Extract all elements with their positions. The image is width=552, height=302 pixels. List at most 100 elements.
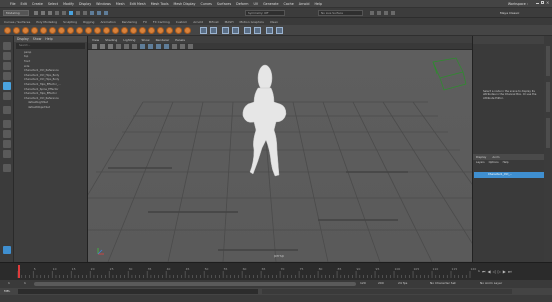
select-component-icon[interactable] (83, 11, 87, 15)
shelf-tool-icon[interactable] (112, 27, 119, 34)
outliner-row[interactable]: defaultObjectSet (14, 105, 87, 110)
fps-dropdown[interactable]: 24 fps (398, 281, 407, 285)
outliner-menu-item[interactable]: Show (33, 37, 42, 41)
menu-generate[interactable]: Generate (263, 2, 278, 6)
live-surface-field[interactable]: No Live Surface (318, 10, 363, 16)
go-end-icon[interactable]: ⏭ (508, 269, 512, 274)
shelf-tab[interactable]: Arnold (193, 20, 203, 24)
outliner-search-input[interactable]: Search... (16, 43, 85, 49)
shelf-tab[interactable]: MASH (225, 20, 234, 24)
shelf-tool-icon[interactable] (254, 27, 261, 34)
end-playback-field[interactable]: 120 (360, 281, 366, 285)
menu-curves[interactable]: Curves (200, 2, 211, 6)
bookmark-icon[interactable] (108, 44, 113, 49)
viewport-menu-panels[interactable]: Panels (175, 38, 185, 42)
last-tool-icon[interactable] (3, 106, 11, 114)
viewport-menu-lighting[interactable]: Lighting (123, 38, 135, 42)
snap-curve-icon[interactable] (97, 11, 101, 15)
shelf-tool-icon[interactable] (94, 27, 101, 34)
shelf-tool-icon[interactable] (67, 27, 74, 34)
shelf-tool-icon[interactable] (157, 27, 164, 34)
menu-create[interactable]: Create (32, 2, 43, 6)
hypershade-icon[interactable] (391, 11, 395, 15)
menu-uv[interactable]: UV (253, 2, 258, 6)
go-start-icon[interactable]: ⏮ (482, 269, 486, 274)
shelf-tool-icon[interactable] (40, 27, 47, 34)
wireframe-icon[interactable] (140, 44, 145, 49)
play-forward-icon[interactable]: ▷ (498, 269, 501, 274)
single-view-icon[interactable] (3, 120, 11, 128)
menu-edit-mesh[interactable]: Edit Mesh (130, 2, 146, 6)
mel-icon[interactable] (3, 246, 11, 254)
maximize-icon[interactable] (541, 1, 544, 4)
range-slider[interactable] (34, 282, 356, 286)
menu-deform[interactable]: Deform (236, 2, 248, 6)
channel-box-tab[interactable] (546, 118, 550, 148)
menu-cache[interactable]: Cache (284, 2, 294, 6)
tab-anim[interactable]: Anim (492, 155, 499, 159)
menu-mesh-display[interactable]: Mesh Display (174, 2, 196, 6)
ipr-render-icon[interactable] (377, 11, 381, 15)
tool-settings-tab[interactable] (546, 82, 550, 112)
time-slider[interactable]: 1510152025303540455055606570758085909510… (0, 262, 552, 281)
camera-attr-icon[interactable] (100, 44, 105, 49)
outliner-menu-item[interactable]: Help (45, 37, 52, 41)
smooth-shade-icon[interactable] (148, 44, 153, 49)
camera-icon[interactable] (92, 44, 97, 49)
current-frame-field[interactable]: 1 (478, 269, 480, 273)
snap-point-icon[interactable] (104, 11, 108, 15)
resolution-gate-icon[interactable] (132, 44, 137, 49)
step-forward-icon[interactable]: ▶ (503, 269, 506, 274)
shelf-tab[interactable]: XGen (270, 20, 278, 24)
shelf-tab[interactable]: Animation (100, 20, 115, 24)
shelf-tool-icon[interactable] (222, 27, 229, 34)
shelf-tool-icon[interactable] (232, 27, 239, 34)
select-tool-icon[interactable] (3, 42, 11, 50)
new-scene-icon[interactable] (34, 11, 38, 15)
menu-arnold[interactable]: Arnold (299, 2, 310, 6)
shelf-tool-icon[interactable] (85, 27, 92, 34)
shelf-tool-icon[interactable] (130, 27, 137, 34)
shelf-tool-icon[interactable] (139, 27, 146, 34)
scale-tool-icon[interactable] (3, 92, 11, 100)
shelf-tool-icon[interactable] (58, 27, 65, 34)
shelf-tool-icon[interactable] (244, 27, 251, 34)
shelf-tool-icon[interactable] (76, 27, 83, 34)
current-frame-marker[interactable] (18, 265, 20, 278)
shelf-tool-icon[interactable] (166, 27, 173, 34)
minimize-icon[interactable] (536, 1, 539, 4)
play-back-icon[interactable]: ◁ (493, 269, 496, 274)
select-hierarchy-icon[interactable] (69, 11, 73, 15)
start-time-field[interactable]: 1 (8, 281, 10, 285)
viewport-menu-shading[interactable]: Shading (105, 38, 117, 42)
menu-file[interactable]: File (10, 2, 16, 6)
menu-display[interactable]: Display (79, 2, 91, 6)
shelf-tool-icon[interactable] (31, 27, 38, 34)
shelf-tool-icon[interactable] (210, 27, 217, 34)
shelf-tab[interactable]: Bifrost (209, 20, 219, 24)
shelf-tab[interactable]: Rendering (122, 20, 137, 24)
redo-icon[interactable] (62, 11, 66, 15)
outliner-layout-icon[interactable] (3, 150, 11, 158)
workspace-value[interactable]: Maya Classic (500, 10, 534, 16)
menu-modify[interactable]: Modify (63, 2, 74, 6)
end-time-field[interactable]: 200 (378, 281, 384, 285)
undo-icon[interactable] (55, 11, 59, 15)
menu-mesh-tools[interactable]: Mesh Tools (151, 2, 169, 6)
menu-windows[interactable]: Windows (96, 2, 111, 6)
viewport-menu-show[interactable]: Show (141, 38, 149, 42)
four-view-icon[interactable] (3, 130, 11, 138)
select-object-icon[interactable] (76, 11, 80, 15)
shelf-tool-icon[interactable] (276, 27, 283, 34)
xray-icon[interactable] (188, 44, 193, 49)
render-icon[interactable] (370, 11, 374, 15)
layer-menu-item[interactable]: Help (503, 161, 509, 164)
start-playback-field[interactable]: 1 (24, 281, 26, 285)
layer-row-selected[interactable]: Character1_Ctrl_... (474, 172, 544, 178)
command-language-label[interactable]: MEL (4, 289, 10, 293)
menu-surfaces[interactable]: Surfaces (217, 2, 231, 6)
menu-mesh[interactable]: Mesh (116, 2, 125, 6)
isolate-icon[interactable] (180, 44, 185, 49)
shelf-tool-icon[interactable] (175, 27, 182, 34)
character-set-dropdown[interactable]: No Character Set (430, 281, 456, 285)
